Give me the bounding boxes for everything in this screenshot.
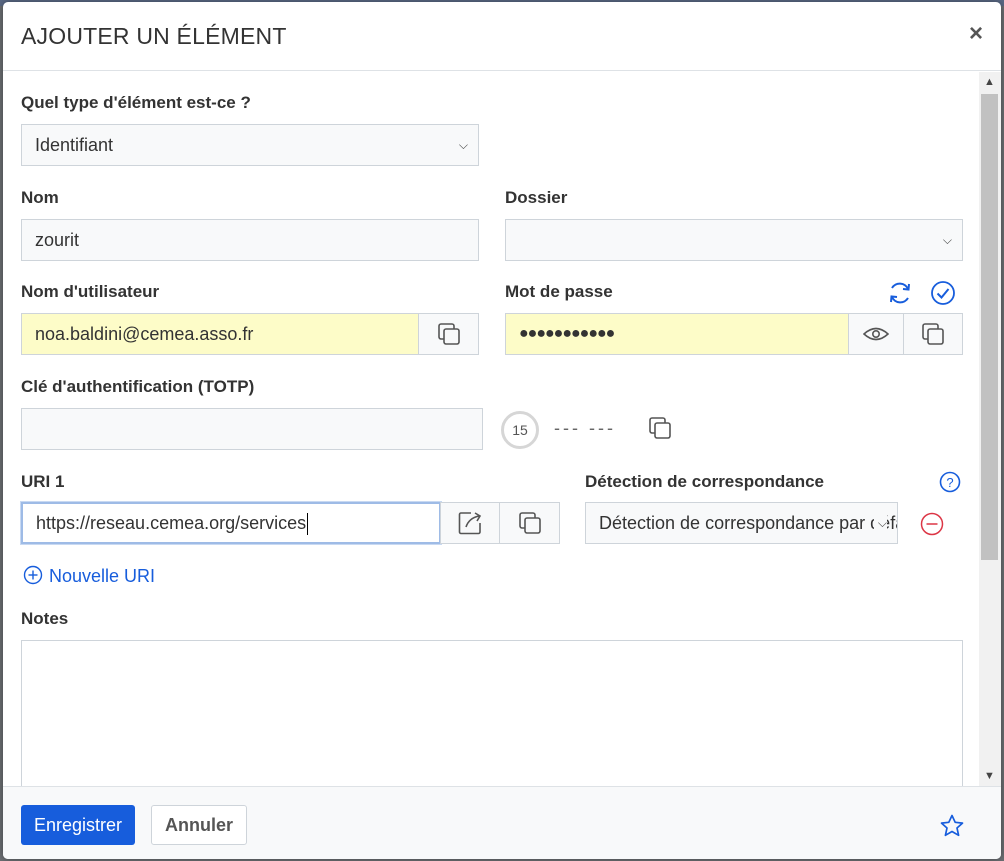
- add-item-dialog: AJOUTER UN ÉLÉMENT × Quel type d'élément…: [3, 2, 1001, 859]
- generate-password-icon[interactable]: [887, 280, 913, 306]
- plus-circle-icon: [23, 565, 43, 585]
- text-caret: [307, 513, 309, 536]
- copy-icon: [518, 512, 541, 534]
- password-input[interactable]: ●●●●●●●●●●●: [505, 313, 849, 355]
- uri-label: URI 1: [21, 472, 65, 491]
- type-select[interactable]: Identifiant ⌵: [21, 124, 479, 166]
- chevron-down-icon: ⌵: [458, 138, 468, 152]
- dialog-title: AJOUTER UN ÉLÉMENT: [21, 23, 287, 49]
- uri-input[interactable]: https://reseau.cemea.org/services: [21, 502, 441, 544]
- scroll-up-icon[interactable]: ▲: [984, 76, 995, 88]
- copy-username-button[interactable]: [418, 313, 479, 355]
- dialog-header: AJOUTER UN ÉLÉMENT ×: [3, 2, 1001, 71]
- folder-select[interactable]: ⌵: [505, 219, 963, 261]
- totp-label: Clé d'authentification (TOTP): [21, 377, 255, 396]
- toggle-password-visibility-button[interactable]: [848, 313, 904, 355]
- copy-uri-button[interactable]: [499, 502, 560, 544]
- dialog-footer: Enregistrer Annuler: [3, 786, 1001, 859]
- uri-input-value: https://reseau.cemea.org/services: [36, 513, 307, 533]
- chevron-down-icon: ⌵: [873, 503, 887, 543]
- password-label: Mot de passe: [505, 282, 613, 301]
- copy-totp-icon[interactable]: [648, 416, 672, 440]
- match-detection-value: Détection de correspondance par défaut: [599, 513, 898, 533]
- match-detection-select[interactable]: Détection de correspondance par défaut ⌵: [585, 502, 898, 544]
- type-select-value: Identifiant: [35, 135, 114, 155]
- close-button[interactable]: ×: [969, 20, 983, 48]
- totp-code: --- ---: [554, 418, 616, 438]
- notes-label: Notes: [21, 609, 69, 628]
- dialog-body: Quel type d'élément est-ce ? Identifiant…: [3, 72, 979, 786]
- scroll-down-icon[interactable]: ▼: [984, 770, 995, 782]
- new-uri-button[interactable]: Nouvelle URI: [23, 565, 155, 587]
- save-button[interactable]: Enregistrer: [21, 805, 136, 845]
- totp-input[interactable]: [21, 408, 483, 450]
- svg-text:?: ?: [946, 475, 953, 490]
- type-label: Quel type d'élément est-ce ?: [21, 93, 251, 112]
- cancel-button[interactable]: Annuler: [151, 805, 248, 845]
- chevron-down-icon: ⌵: [942, 233, 952, 247]
- copy-icon: [922, 323, 944, 345]
- copy-password-button[interactable]: [903, 313, 963, 355]
- dialog-scrollbar[interactable]: ▲ ▼: [979, 72, 1001, 786]
- eye-icon: [863, 327, 889, 341]
- help-icon[interactable]: ?: [939, 471, 961, 493]
- folder-label: Dossier: [505, 188, 568, 207]
- copy-icon: [437, 323, 460, 345]
- username-input[interactable]: noa.baldini@cemea.asso.fr: [21, 313, 419, 355]
- name-input[interactable]: zourit: [21, 219, 479, 261]
- favorite-star-icon[interactable]: [939, 813, 965, 839]
- check-password-icon[interactable]: [930, 280, 956, 306]
- name-label: Nom: [21, 188, 59, 207]
- totp-countdown: 15: [501, 411, 539, 449]
- notes-textarea[interactable]: [21, 640, 963, 786]
- username-label: Nom d'utilisateur: [21, 282, 160, 301]
- scrollbar-thumb[interactable]: [981, 94, 998, 560]
- new-uri-label: Nouvelle URI: [49, 566, 156, 586]
- launch-uri-button[interactable]: [440, 502, 500, 544]
- external-link-icon: [458, 512, 482, 535]
- match-detection-label: Détection de correspondance: [585, 472, 825, 491]
- remove-uri-icon[interactable]: [920, 512, 944, 536]
